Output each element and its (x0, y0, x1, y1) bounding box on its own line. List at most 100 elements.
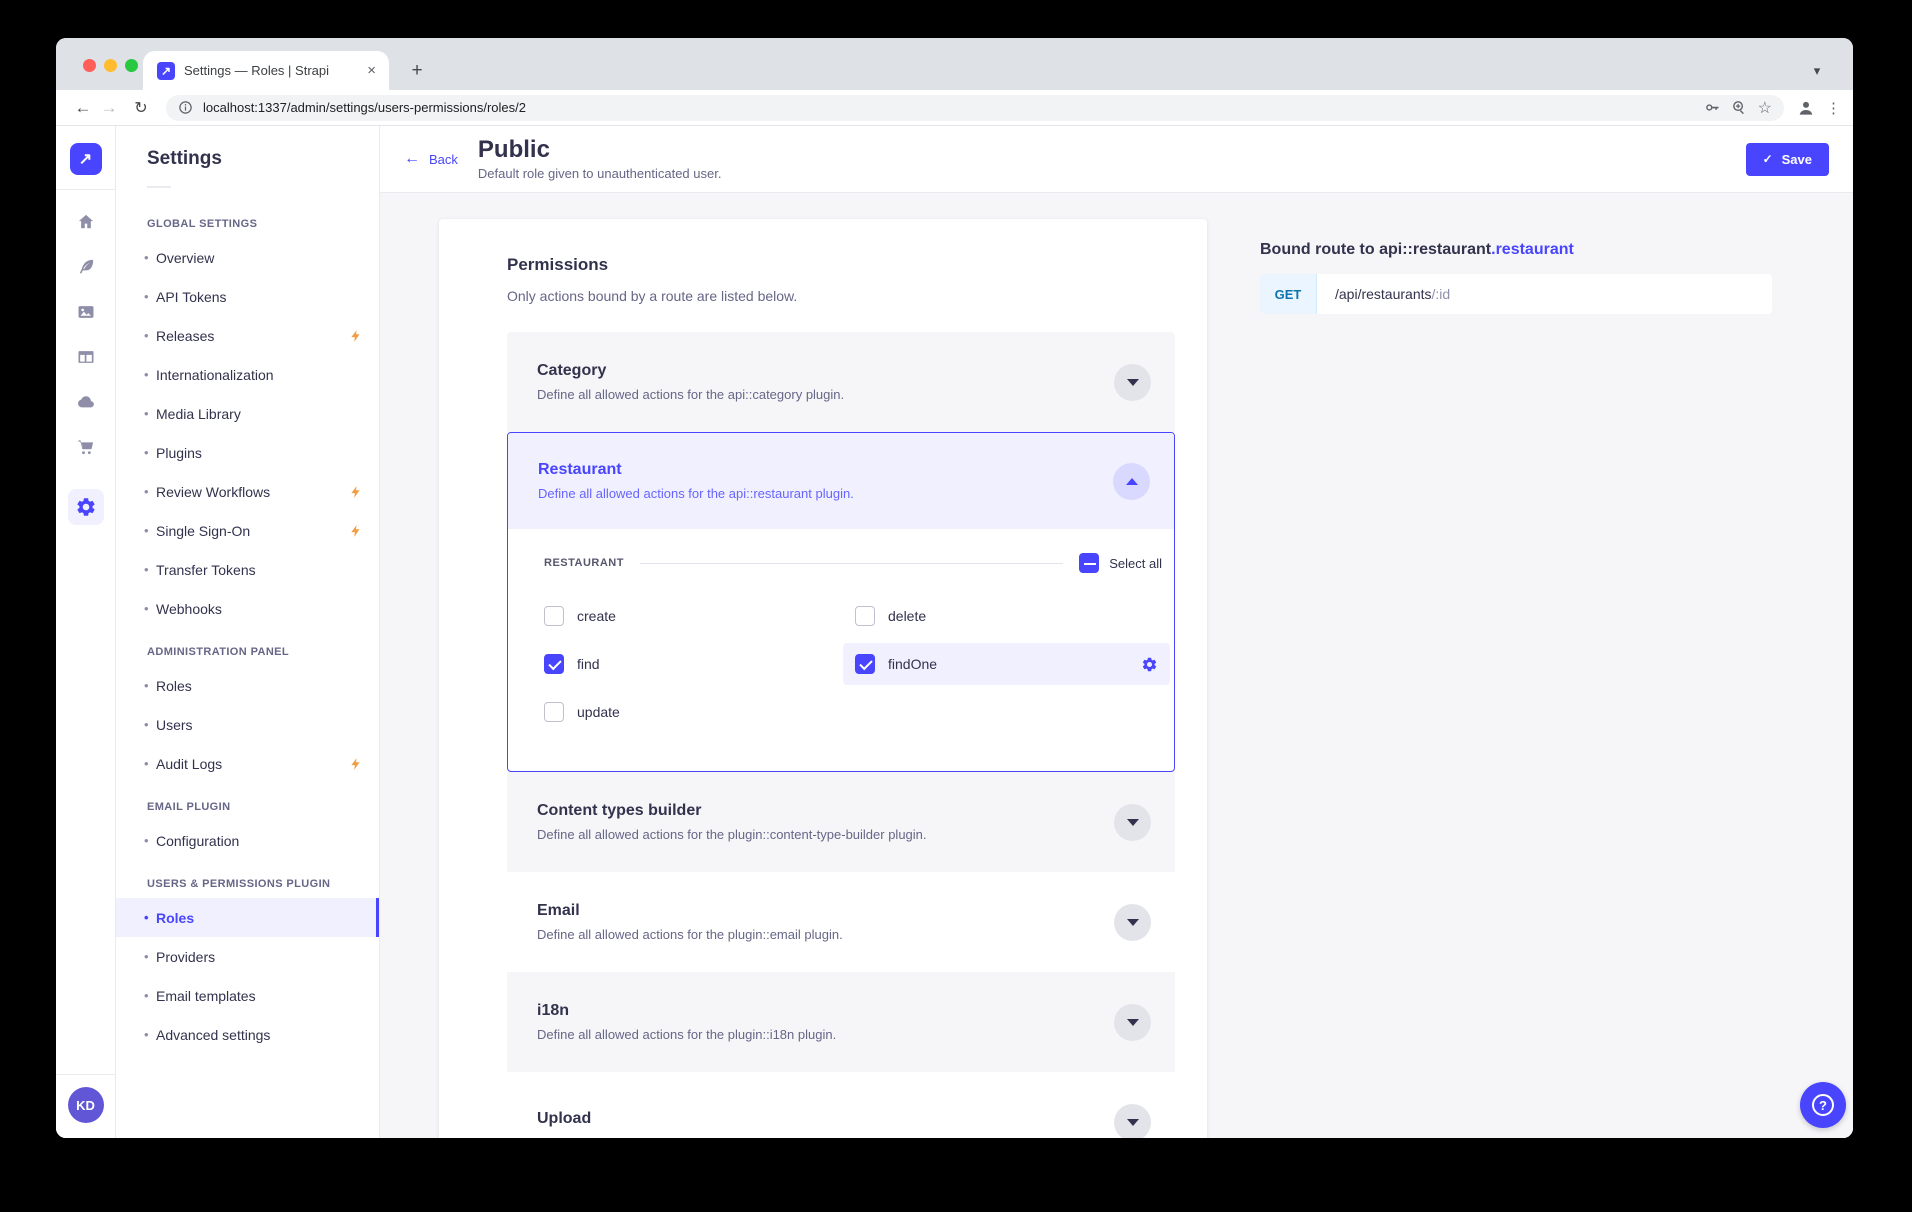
sidebar-item-audit-logs[interactable]: •Audit Logs (116, 744, 379, 783)
bound-route-panel: Bound route to api::restaurant.restauran… (1260, 241, 1772, 314)
accordion-content-types-builder[interactable]: Content types builder Define all allowed… (507, 772, 1175, 872)
permission-findone[interactable]: findOne (843, 643, 1170, 685)
browser-tab[interactable]: ↗ Settings — Roles | Strapi × (143, 51, 389, 90)
select-all-checkbox[interactable] (1079, 553, 1099, 573)
profile-avatar-icon[interactable] (1796, 98, 1816, 118)
nav-section-label: ADMINISTRATION PANEL (147, 646, 379, 658)
sidebar-item-releases[interactable]: •Releases (116, 316, 379, 355)
marketplace-cart-icon[interactable] (75, 436, 97, 458)
save-button[interactable]: ✓ Save (1746, 143, 1829, 176)
permission-settings-gear-icon[interactable] (1141, 656, 1158, 673)
main-nav-rail: ↗ (56, 126, 116, 1138)
password-key-icon[interactable] (1704, 99, 1721, 116)
subnav-divider (147, 186, 171, 188)
route-attribute: .restaurant (1491, 241, 1574, 258)
sidebar-item-advanced-settings[interactable]: •Advanced settings (116, 1015, 379, 1054)
cloud-icon[interactable] (75, 391, 97, 413)
find-checkbox[interactable] (544, 654, 564, 674)
reload-icon[interactable]: ↻ (128, 98, 154, 118)
site-info-icon[interactable] (178, 100, 193, 115)
permissions-grid: create delete find (532, 595, 1170, 733)
sidebar-item-email-configuration[interactable]: •Configuration (116, 821, 379, 860)
chevron-down-icon[interactable] (1114, 904, 1151, 941)
premium-bolt-icon (349, 524, 363, 538)
http-method-badge: GET (1260, 274, 1317, 314)
update-checkbox[interactable] (544, 702, 564, 722)
home-icon[interactable] (75, 211, 97, 233)
sidebar-item-plugins[interactable]: •Plugins (116, 433, 379, 472)
user-avatar[interactable]: KD (68, 1087, 104, 1123)
strapi-logo-icon[interactable]: ↗ (70, 143, 102, 175)
subnav-title: Settings (147, 148, 379, 170)
page-body: Permissions Only actions bound by a rout… (380, 193, 1853, 1138)
select-all-label: Select all (1109, 556, 1162, 571)
content-manager-feather-icon[interactable] (75, 256, 97, 278)
sidebar-item-overview[interactable]: •Overview (116, 238, 379, 277)
check-icon: ✓ (1763, 152, 1773, 166)
permissions-subtitle: Only actions bound by a route are listed… (507, 288, 1175, 304)
sidebar-item-review-workflows[interactable]: •Review Workflows (116, 472, 379, 511)
premium-bolt-icon (349, 485, 363, 499)
findone-checkbox[interactable] (855, 654, 875, 674)
accordion-upload[interactable]: Upload (507, 1072, 1175, 1138)
address-bar[interactable]: localhost:1337/admin/settings/users-perm… (166, 95, 1784, 121)
sidebar-item-single-sign-on[interactable]: •Single Sign-On (116, 511, 379, 550)
sidebar-item-users[interactable]: •Users (116, 705, 379, 744)
strapi-admin: ↗ (56, 126, 1853, 1138)
delete-checkbox[interactable] (855, 606, 875, 626)
sidebar-item-providers[interactable]: •Providers (116, 937, 379, 976)
permissions-card: Permissions Only actions bound by a rout… (439, 219, 1207, 1138)
restaurant-permissions-panel: RESTAURANT Select all create (508, 529, 1174, 771)
tab-title: Settings — Roles | Strapi (184, 63, 355, 78)
chevron-down-icon[interactable] (1114, 364, 1151, 401)
bound-route-heading: Bound route to api::restaurant.restauran… (1260, 241, 1772, 259)
sidebar-item-transfer-tokens[interactable]: •Transfer Tokens (116, 550, 379, 589)
settings-gear-icon[interactable] (68, 489, 104, 525)
browser-toolbar: ← → ↻ localhost:1337/admin/settings/user… (56, 90, 1853, 126)
permission-find[interactable]: find (532, 643, 843, 685)
accordion-restaurant-header[interactable]: Restaurant Define all allowed actions fo… (508, 433, 1174, 529)
accordion-email[interactable]: Email Define all allowed actions for the… (507, 872, 1175, 972)
permission-delete[interactable]: delete (843, 595, 1170, 637)
create-checkbox[interactable] (544, 606, 564, 626)
nav-section-label: GLOBAL SETTINGS (147, 218, 379, 230)
sidebar-item-internationalization[interactable]: •Internationalization (116, 355, 379, 394)
minimize-window-button[interactable] (104, 59, 117, 72)
sidebar-item-email-templates[interactable]: •Email templates (116, 976, 379, 1015)
accordion-category[interactable]: Category Define all allowed actions for … (507, 332, 1175, 432)
chevron-down-icon[interactable] (1114, 804, 1151, 841)
permissions-title: Permissions (507, 255, 1175, 275)
url-text[interactable]: localhost:1337/admin/settings/users-perm… (203, 100, 1694, 115)
close-window-button[interactable] (83, 59, 96, 72)
sidebar-item-api-tokens[interactable]: •API Tokens (116, 277, 379, 316)
accordion-list: Category Define all allowed actions for … (507, 332, 1175, 1138)
new-tab-button[interactable]: + (403, 57, 431, 85)
tab-close-icon[interactable]: × (364, 62, 379, 79)
back-link[interactable]: ← Back (404, 150, 458, 168)
sidebar-item-up-roles[interactable]: •Roles (116, 898, 379, 937)
bookmark-star-icon[interactable]: ☆ (1758, 98, 1772, 118)
back-nav-icon[interactable]: ← (70, 98, 96, 118)
help-button[interactable]: ? (1800, 1082, 1846, 1128)
media-library-icon[interactable] (75, 301, 97, 323)
tab-search-chevron-icon[interactable]: ▾ (1803, 57, 1831, 85)
content-type-builder-icon[interactable] (75, 346, 97, 368)
sidebar-item-webhooks[interactable]: •Webhooks (116, 589, 379, 628)
accordion-i18n[interactable]: i18n Define all allowed actions for the … (507, 972, 1175, 1072)
fullscreen-window-button[interactable] (125, 59, 138, 72)
sidebar-item-media-library[interactable]: •Media Library (116, 394, 379, 433)
sidebar-item-admin-roles[interactable]: •Roles (116, 666, 379, 705)
premium-bolt-icon (349, 329, 363, 343)
forward-nav-icon[interactable]: → (96, 98, 122, 118)
chevron-up-icon[interactable] (1113, 463, 1150, 500)
nav-section-label: EMAIL PLUGIN (147, 801, 379, 813)
chrome-menu-icon[interactable]: ⋮ (1826, 99, 1841, 117)
chevron-down-icon[interactable] (1114, 1104, 1151, 1139)
permission-update[interactable]: update (532, 691, 843, 733)
page-subtitle: Default role given to unauthenticated us… (478, 166, 722, 181)
route-path-param: /:id (1432, 286, 1451, 302)
chevron-down-icon[interactable] (1114, 1004, 1151, 1041)
back-arrow-icon: ← (404, 150, 420, 168)
permission-create[interactable]: create (532, 595, 843, 637)
zoom-page-icon[interactable] (1731, 99, 1748, 116)
